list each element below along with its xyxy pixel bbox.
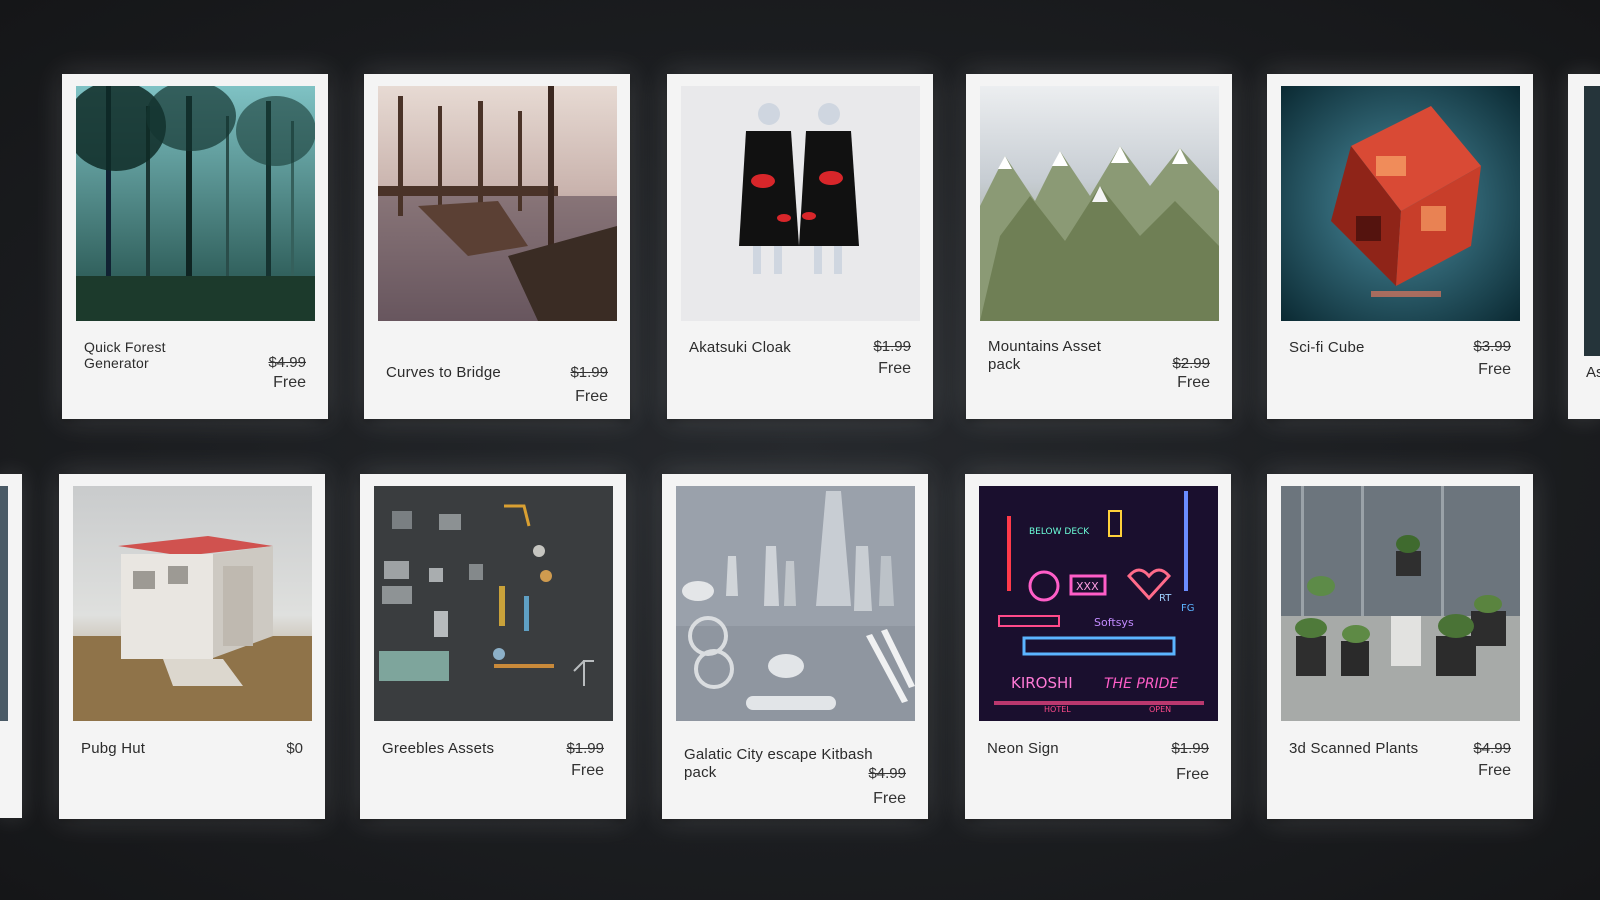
product-card-scifi-cube[interactable]: Sci-fi Cube $3.99 Free	[1267, 74, 1533, 419]
product-card-galactic-kitbash[interactable]: Galatic City escape Kitbash pack $4.99 F…	[662, 474, 928, 819]
peek-title: As	[1586, 364, 1600, 381]
product-card-neon-sign[interactable]: BELOW DECK Softsys XXX KIROSHI THE PRIDE…	[965, 474, 1231, 819]
bridge-thumbnail	[378, 86, 617, 321]
card-title: Greebles Assets	[382, 740, 495, 757]
product-card-mountains[interactable]: Mountains Asset pack $2.99 Free	[966, 74, 1232, 419]
neon-text-rt: RT	[1159, 593, 1172, 604]
neon-text-softsys: Softsys	[1094, 616, 1134, 629]
neon-text-xxx: XXX	[1076, 580, 1099, 593]
old-price: $4.99	[1473, 740, 1511, 757]
previous-card-peek[interactable]	[0, 474, 22, 818]
old-price: $4.99	[868, 765, 906, 782]
old-price: $4.99	[268, 354, 306, 371]
next-card-peek[interactable]: As	[1568, 74, 1600, 419]
hut-thumbnail	[73, 486, 312, 721]
old-price: $1.99	[570, 364, 608, 381]
neon-text-below-deck: BELOW DECK	[1029, 527, 1090, 537]
card-title: Curves to Bridge	[386, 364, 501, 381]
forest-thumbnail	[76, 86, 315, 321]
new-price: Free	[1478, 762, 1511, 779]
mountains-thumbnail	[980, 86, 1219, 321]
card-title: Mountains Asset pack	[988, 338, 1102, 373]
product-card-pubg-hut[interactable]: Pubg Hut $0	[59, 474, 325, 819]
new-price: Free	[1176, 766, 1209, 783]
old-price: $1.99	[566, 740, 604, 757]
old-price: $3.99	[1473, 338, 1511, 355]
card-title: Sci-fi Cube	[1289, 339, 1365, 356]
price: $0	[286, 740, 303, 757]
peek-thumbnail	[0, 486, 8, 721]
card-title: Pubg Hut	[81, 740, 146, 757]
greebles-thumbnail	[374, 486, 613, 721]
old-price: $1.99	[873, 338, 911, 355]
neon-text-the-pride: THE PRIDE	[1104, 676, 1178, 692]
new-price: Free	[1478, 361, 1511, 378]
new-price: Free	[878, 360, 911, 377]
new-price: Free	[273, 374, 306, 391]
product-card-curves-bridge[interactable]: Curves to Bridge $1.99 Free	[364, 74, 630, 419]
product-card-greebles[interactable]: Greebles Assets $1.99 Free	[360, 474, 626, 819]
cloak-thumbnail	[681, 86, 920, 321]
neon-text-fg: FG	[1181, 603, 1195, 614]
new-price: Free	[1177, 374, 1210, 391]
plants-thumbnail	[1281, 486, 1520, 721]
peek-thumbnail	[1584, 86, 1600, 356]
cube-thumbnail	[1281, 86, 1520, 321]
new-price: Free	[571, 762, 604, 779]
product-card-quick-forest[interactable]: Quick Forest Generator $4.99 Free	[62, 74, 328, 419]
neon-text-hotel: HOTEL	[1044, 705, 1071, 714]
neon-text-kiroshi: KIROSHI	[1011, 674, 1073, 692]
card-title: Quick Forest Generator	[84, 339, 166, 371]
old-price: $2.99	[1172, 355, 1210, 372]
neon-thumbnail: BELOW DECK Softsys XXX KIROSHI THE PRIDE…	[979, 486, 1218, 721]
product-card-scanned-plants[interactable]: 3d Scanned Plants $4.99 Free	[1267, 474, 1533, 819]
new-price: Free	[575, 388, 608, 405]
kitbash-thumbnail	[676, 486, 915, 721]
card-title: 3d Scanned Plants	[1289, 740, 1419, 757]
product-card-akatsuki-cloak[interactable]: Akatsuki Cloak $1.99 Free	[667, 74, 933, 419]
new-price: Free	[873, 790, 906, 807]
neon-text-open: OPEN	[1149, 705, 1171, 714]
card-title: Neon Sign	[987, 740, 1059, 757]
card-title: Akatsuki Cloak	[689, 339, 792, 356]
old-price: $1.99	[1171, 740, 1209, 757]
